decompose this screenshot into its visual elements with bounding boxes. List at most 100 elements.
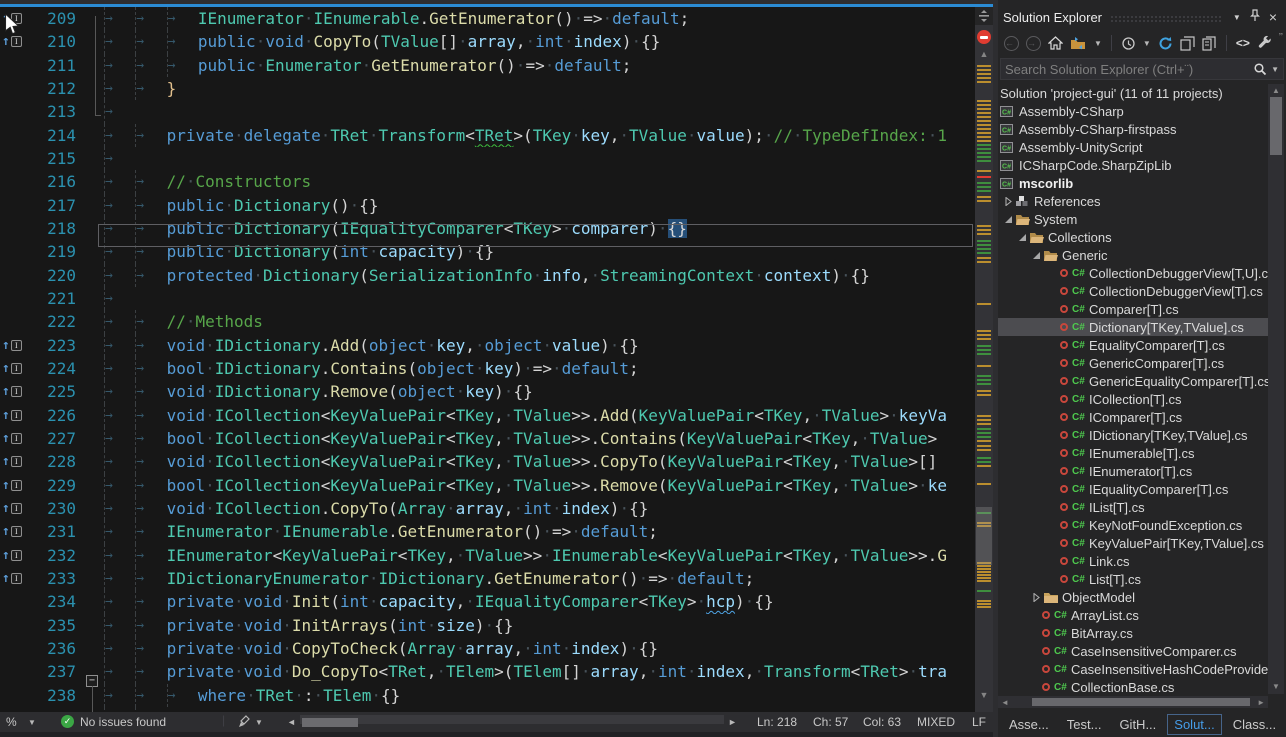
code-line[interactable]: ↑I209→→→IEnumerator·IEnumerable.GetEnume… xyxy=(0,7,975,30)
home-icon[interactable] xyxy=(1048,36,1063,50)
hscroll-thumb[interactable] xyxy=(302,718,358,727)
toolbar-overflow-icon[interactable]: ’’ xyxy=(1279,32,1283,43)
panel-scroll-down-arrow[interactable]: ▼ xyxy=(1272,682,1280,691)
implements-interface-icon[interactable]: ↑I xyxy=(2,409,22,422)
tree-item-keyvaluepair-tkey-tvalue-cs[interactable]: C#KeyValuePair[TKey,TValue].cs xyxy=(998,534,1268,552)
code-line[interactable]: ↑I228→→void·ICollection<KeyValuePair<TKe… xyxy=(0,450,975,473)
format-broom-icon[interactable] xyxy=(237,714,252,732)
tree-item-icollection-t-cs[interactable]: C#ICollection[T].cs xyxy=(998,390,1268,408)
tree-item-mscorlib[interactable]: C#mscorlib xyxy=(998,174,1268,192)
encoding-indicator[interactable]: MIXED xyxy=(917,715,955,729)
broom-dropdown-icon[interactable]: ▼ xyxy=(255,718,263,727)
code-text[interactable]: →→void·ICollection.CopyTo(Array·array,·i… xyxy=(104,497,975,520)
expander-collapsed-icon[interactable] xyxy=(1030,593,1043,602)
code-line[interactable]: 212→→} xyxy=(0,77,975,100)
tree-item-collectionbase-cs[interactable]: C#CollectionBase.cs xyxy=(998,678,1268,694)
code-text[interactable]: →→void·IDictionary.Add(object·key,·objec… xyxy=(104,334,975,357)
tree-item-keynotfoundexception-cs[interactable]: C#KeyNotFoundException.cs xyxy=(998,516,1268,534)
code-editor[interactable]: ↑I209→→→IEnumerator·IEnumerable.GetEnume… xyxy=(0,7,975,712)
tree-item-genericequalitycomparer-t-cs[interactable]: C#GenericEqualityComparer[T].cs xyxy=(998,372,1268,390)
tree-item-collectiondebuggerview-t-cs[interactable]: C#CollectionDebuggerView[T].cs xyxy=(998,282,1268,300)
code-line[interactable]: ↑I231→→IEnumerator·IEnumerable.GetEnumer… xyxy=(0,520,975,543)
code-line[interactable]: 213→ xyxy=(0,100,975,123)
code-text[interactable]: →→public·Dictionary()·{} xyxy=(104,194,975,217)
search-box[interactable]: Search Solution Explorer (Ctrl+¨) ▼ xyxy=(1000,58,1284,80)
editor-vertical-scrollbar[interactable]: ▲ ▼ xyxy=(975,7,993,712)
code-line[interactable]: 218→→public·Dictionary(IEqualityComparer… xyxy=(0,217,975,240)
search-input[interactable]: Search Solution Explorer (Ctrl+¨) xyxy=(1005,62,1253,77)
code-line[interactable]: ↑I227→→bool·ICollection<KeyValuePair<TKe… xyxy=(0,427,975,450)
code-text[interactable]: → xyxy=(104,100,975,123)
code-text[interactable]: →→public·Dictionary(int·capacity)·{} xyxy=(104,240,975,263)
tree-item-idictionary-tkey-tvalue-cs[interactable]: C#IDictionary[TKey,TValue].cs xyxy=(998,426,1268,444)
code-line[interactable]: 214→→private·delegate·TRet·Transform<TRe… xyxy=(0,124,975,147)
implements-interface-icon[interactable]: ↑I xyxy=(2,455,22,468)
tool-window-tab-asse[interactable]: Asse... xyxy=(1002,714,1056,735)
tool-window-tab-class[interactable]: Class... xyxy=(1226,714,1283,735)
line-indicator[interactable]: Ln: 218 xyxy=(757,715,797,729)
tree-item-objectmodel[interactable]: ObjectModel xyxy=(998,588,1268,606)
tree-item-ienumerable-t-cs[interactable]: C#IEnumerable[T].cs xyxy=(998,444,1268,462)
code-line[interactable]: ↑I225→→void·IDictionary.Remove(object·ke… xyxy=(0,380,975,403)
tree-item-link-cs[interactable]: C#Link.cs xyxy=(998,552,1268,570)
code-text[interactable]: →→bool·ICollection<KeyValuePair<TKey,·TV… xyxy=(104,474,975,497)
editor-splitter-icon[interactable] xyxy=(975,7,993,25)
code-text[interactable]: →→void·ICollection<KeyValuePair<TKey,·TV… xyxy=(104,450,975,473)
properties-wrench-icon[interactable] xyxy=(1257,35,1273,51)
tree-item-solution-project-gui-11-of-11-projects[interactable]: Solution 'project-gui' (11 of 11 project… xyxy=(998,84,1268,102)
implements-interface-icon[interactable]: ↑I xyxy=(2,432,22,445)
code-line[interactable]: ↑I232→→IEnumerator<KeyValuePair<TKey,·TV… xyxy=(0,544,975,567)
tree-item-icomparer-t-cs[interactable]: C#IComparer[T].cs xyxy=(998,408,1268,426)
panel-drag-grip[interactable] xyxy=(1110,15,1221,22)
code-text[interactable]: →→public·Dictionary(IEqualityComparer<TK… xyxy=(104,217,975,240)
tree-item-ienumerator-t-cs[interactable]: C#IEnumerator[T].cs xyxy=(998,462,1268,480)
close-icon[interactable]: × xyxy=(1265,9,1281,25)
code-line[interactable]: 217→→public·Dictionary()·{} xyxy=(0,194,975,217)
column-indicator[interactable]: Col: 63 xyxy=(863,715,901,729)
implements-interface-icon[interactable]: ↑I xyxy=(2,339,22,352)
sync-with-active-document-icon[interactable] xyxy=(1070,36,1087,51)
code-text[interactable]: →→private·void·CopyToCheck(Array·array,·… xyxy=(104,637,975,660)
tree-item-references[interactable]: References xyxy=(998,192,1268,210)
issues-status-text[interactable]: No issues found xyxy=(80,715,166,729)
tool-window-tab-gith[interactable]: GitH... xyxy=(1112,714,1163,735)
code-line[interactable]: ↑I210→→→public·void·CopyTo(TValue[]·arra… xyxy=(0,30,975,53)
code-text[interactable]: →→void·IDictionary.Remove(object·key)·{} xyxy=(104,380,975,403)
code-line[interactable]: ↑I224→→bool·IDictionary.Contains(object·… xyxy=(0,357,975,380)
tree-item-assembly-csharp[interactable]: C#Assembly-CSharp xyxy=(998,102,1268,120)
char-indicator[interactable]: Ch: 57 xyxy=(813,715,848,729)
search-dropdown-icon[interactable]: ▼ xyxy=(1271,65,1279,74)
tree-item-dictionary-tkey-tvalue-cs[interactable]: C#Dictionary[TKey,TValue].cs xyxy=(998,318,1268,336)
scroll-up-arrow[interactable]: ▲ xyxy=(975,49,993,59)
code-text[interactable]: →→IEnumerator·IEnumerable.GetEnumerator(… xyxy=(104,520,975,543)
code-text[interactable]: →→void·ICollection<KeyValuePair<TKey,·TV… xyxy=(104,404,975,427)
code-line[interactable]: 236→→private·void·CopyToCheck(Array·arra… xyxy=(0,637,975,660)
code-text[interactable]: →→→where·TRet·:·TElem·{} xyxy=(104,684,975,707)
code-text[interactable]: →→bool·ICollection<KeyValuePair<TKey,·TV… xyxy=(104,427,975,450)
refresh-icon[interactable] xyxy=(1158,36,1173,51)
code-line[interactable]: ↑I229→→bool·ICollection<KeyValuePair<TKe… xyxy=(0,474,975,497)
tree-item-collections[interactable]: Collections xyxy=(998,228,1268,246)
tree-item-genericcomparer-t-cs[interactable]: C#GenericComparer[T].cs xyxy=(998,354,1268,372)
panel-vertical-scrollbar[interactable]: ▲ ▼ xyxy=(1268,84,1284,694)
code-line[interactable]: ↑I223→→void·IDictionary.Add(object·key,·… xyxy=(0,334,975,357)
tree-item-generic[interactable]: Generic xyxy=(998,246,1268,264)
implements-interface-icon[interactable]: ↑I xyxy=(2,35,22,48)
hscroll-left-arrow[interactable]: ◄ xyxy=(287,717,296,727)
panel-vscroll-thumb[interactable] xyxy=(1270,97,1282,155)
tree-item-caseinsensitivehashcodeprovider-cs[interactable]: C#CaseInsensitiveHashCodeProvider.cs xyxy=(998,660,1268,678)
pin-icon[interactable] xyxy=(1245,9,1265,25)
tree-item-iequalitycomparer-t-cs[interactable]: C#IEqualityComparer[T].cs xyxy=(998,480,1268,498)
tree-item-arraylist-cs[interactable]: C#ArrayList.cs xyxy=(998,606,1268,624)
editor-horizontal-scrollbar[interactable] xyxy=(300,715,724,724)
implements-interface-icon[interactable]: ↑I xyxy=(2,385,22,398)
panel-horizontal-scrollbar[interactable]: ◄ ► xyxy=(998,696,1268,708)
panel-hscroll-left-arrow[interactable]: ◄ xyxy=(1001,698,1009,707)
tree-item-comparer-t-cs[interactable]: C#Comparer[T].cs xyxy=(998,300,1268,318)
panel-scroll-up-arrow[interactable]: ▲ xyxy=(1272,86,1280,95)
expander-collapsed-icon[interactable] xyxy=(1002,197,1015,206)
code-text[interactable]: → xyxy=(104,287,975,310)
implements-interface-icon[interactable]: ↑I xyxy=(2,362,22,375)
tool-window-tab-test[interactable]: Test... xyxy=(1060,714,1109,735)
code-text[interactable]: →→private·void·InitArrays(int·size)·{} xyxy=(104,614,975,637)
